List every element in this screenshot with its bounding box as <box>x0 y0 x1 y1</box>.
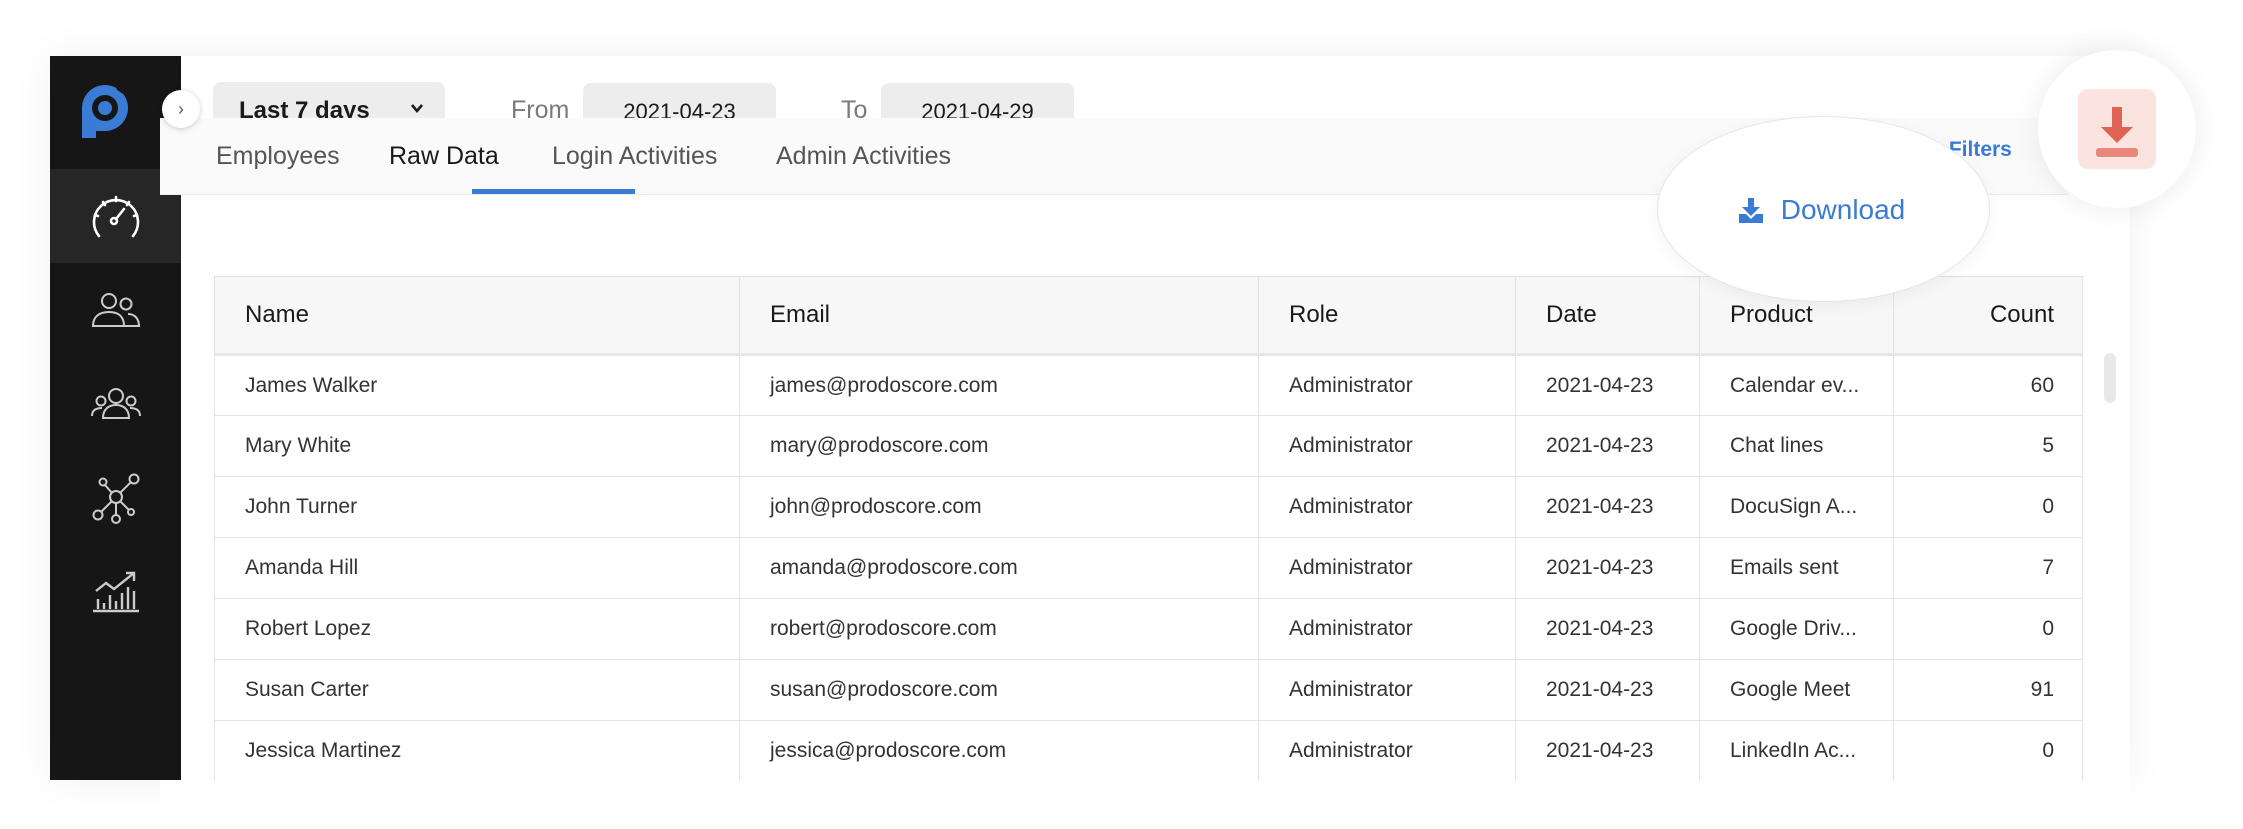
cell-name: Mary White <box>214 415 740 477</box>
cell-email: amanda@prodoscore.com <box>739 537 1259 599</box>
cell-email: mary@prodoscore.com <box>739 415 1259 477</box>
cell-product: Emails sent <box>1699 537 1894 599</box>
cell-name: Amanda Hill <box>214 537 740 599</box>
column-header-email[interactable]: Email <box>739 276 1259 356</box>
cell-email: robert@prodoscore.com <box>739 598 1259 660</box>
table-row[interactable]: Susan Carter susan@prodoscore.com Administ… <box>214 659 2083 721</box>
cell-date: 2021-04-23 <box>1515 598 1700 660</box>
cell-product: Google Meet <box>1699 659 1894 721</box>
tab-admin-activities[interactable]: Admin Activities <box>776 118 951 195</box>
cell-date: 2021-04-23 <box>1515 720 1700 782</box>
prodoscore-logo[interactable] <box>76 80 134 140</box>
network-icon <box>92 473 139 524</box>
cell-product: LinkedIn Ac... <box>1699 720 1894 782</box>
column-header-date[interactable]: Date <box>1515 276 1700 356</box>
cell-name: Jessica Martinez <box>214 720 740 782</box>
tab-employees[interactable]: Employees <box>216 118 340 195</box>
cell-count: 0 <box>1893 476 2083 538</box>
download-arrow-icon <box>2096 107 2138 157</box>
download-callout-badge <box>2078 89 2156 169</box>
cell-email: susan@prodoscore.com <box>739 659 1259 721</box>
tab-login-activities[interactable]: Login Activities <box>552 118 717 195</box>
cell-role: Administrator <box>1258 720 1516 782</box>
cell-name: Susan Carter <box>214 659 740 721</box>
table-row[interactable]: Amanda Hill amanda@prodoscore.com Administ… <box>214 537 2083 599</box>
raw-data-table: Name Email Role Date Product Count James… <box>214 276 2083 782</box>
table-bottom-edge <box>160 780 2130 829</box>
table-row[interactable]: James Walker james@prodoscore.com Administ… <box>214 354 2083 416</box>
cell-role: Administrator <box>1258 598 1516 660</box>
cell-count: 0 <box>1893 598 2083 660</box>
cell-product: Google Driv... <box>1699 598 1894 660</box>
sidebar-toggle-button[interactable]: › <box>162 90 200 128</box>
cell-count: 7 <box>1893 537 2083 599</box>
active-tab-indicator <box>472 189 635 194</box>
table-row[interactable]: Jessica Martinez jessica@prodoscore.com Ad… <box>214 720 2083 782</box>
download-button[interactable]: Download <box>1703 171 1939 248</box>
cell-date: 2021-04-23 <box>1515 415 1700 477</box>
cell-count: 60 <box>1893 354 2083 416</box>
cell-count: 5 <box>1893 415 2083 477</box>
sidebar-item-employees[interactable] <box>50 263 181 357</box>
users-icon <box>91 293 140 327</box>
column-header-name[interactable]: Name <box>214 276 740 356</box>
cell-role: Administrator <box>1258 415 1516 477</box>
sidebar-item-reports[interactable] <box>50 545 181 639</box>
cell-role: Administrator <box>1258 354 1516 416</box>
cell-date: 2021-04-23 <box>1515 476 1700 538</box>
cell-count: 91 <box>1893 659 2083 721</box>
chevron-right-icon: › <box>178 98 184 119</box>
column-header-count[interactable]: Count <box>1893 276 2083 356</box>
cell-name: Robert Lopez <box>214 598 740 660</box>
cell-product: DocuSign A... <box>1699 476 1894 538</box>
cell-role: Administrator <box>1258 537 1516 599</box>
chart-growth-icon <box>92 571 139 613</box>
page: › Last 7 days From 2021-04-23 To 2021-04… <box>0 0 2243 829</box>
cell-product: Calendar ev... <box>1699 354 1894 416</box>
cell-count: 0 <box>1893 720 2083 782</box>
table-row[interactable]: John Turner john@prodoscore.com Administra… <box>214 476 2083 538</box>
table-row[interactable]: Mary White mary@prodoscore.com Administrat… <box>214 415 2083 477</box>
cell-email: jessica@prodoscore.com <box>739 720 1259 782</box>
cell-date: 2021-04-23 <box>1515 659 1700 721</box>
sidebar-item-teams[interactable] <box>50 357 181 451</box>
cell-email: john@prodoscore.com <box>739 476 1259 538</box>
cell-name: James Walker <box>214 354 740 416</box>
tab-raw-data[interactable]: Raw Data <box>389 118 499 195</box>
download-callout <box>2038 50 2196 208</box>
cell-date: 2021-04-23 <box>1515 537 1700 599</box>
cell-name: John Turner <box>214 476 740 538</box>
table-row[interactable]: Robert Lopez robert@prodoscore.com Adminis… <box>214 598 2083 660</box>
team-icon <box>90 388 141 419</box>
speedometer-icon <box>92 195 139 238</box>
cell-role: Administrator <box>1258 659 1516 721</box>
cell-product: Chat lines <box>1699 415 1894 477</box>
table-scrollbar[interactable] <box>2104 353 2116 403</box>
column-header-role[interactable]: Role <box>1258 276 1516 356</box>
cell-date: 2021-04-23 <box>1515 354 1700 416</box>
download-label: Download <box>1780 193 1906 225</box>
download-icon <box>1738 197 1763 223</box>
cell-email: james@prodoscore.com <box>739 354 1259 416</box>
sidebar-item-integrations[interactable] <box>50 451 181 545</box>
chevron-down-icon <box>411 104 423 114</box>
cell-role: Administrator <box>1258 476 1516 538</box>
